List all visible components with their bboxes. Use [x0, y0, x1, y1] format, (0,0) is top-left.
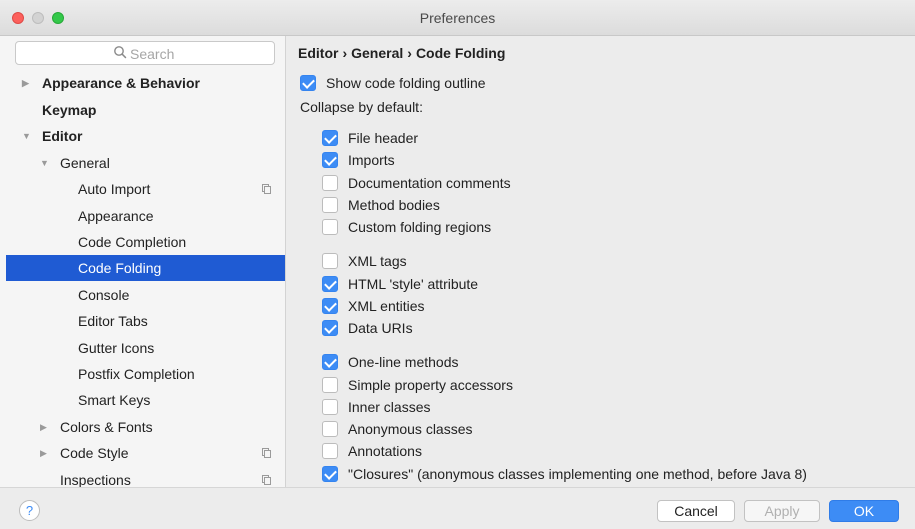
sidebar-item-code-folding[interactable]: Code Folding	[6, 255, 285, 281]
checkbox-box[interactable]	[322, 377, 338, 393]
checkbox-box[interactable]	[322, 399, 338, 415]
sidebar-item-editor[interactable]: ▼ Editor	[6, 123, 285, 149]
sidebar-item-auto-import[interactable]: Auto Import	[6, 176, 285, 202]
search-icon	[114, 46, 127, 59]
sidebar-item-label: Appearance & Behavior	[42, 75, 200, 91]
sidebar-item-editor-tabs[interactable]: Editor Tabs	[6, 308, 285, 334]
sidebar-item-label: Keymap	[42, 102, 97, 118]
checkbox-label: Anonymous classes	[348, 421, 473, 437]
sidebar-item-code-completion[interactable]: Code Completion	[6, 229, 285, 255]
sidebar-item-gutter-icons[interactable]: Gutter Icons	[6, 335, 285, 361]
checkbox-label: Inner classes	[348, 399, 431, 415]
sidebar-item-colors-fonts[interactable]: ▶ Colors & Fonts	[6, 414, 285, 440]
settings-sidebar: Search ▶ Appearance & Behavior Keymap ▼ Edit…	[0, 36, 286, 487]
sidebar-item-appearance[interactable]: Appearance	[6, 203, 285, 229]
checkbox-box[interactable]	[322, 175, 338, 191]
sidebar-item-label: Postfix Completion	[78, 366, 195, 382]
search-placeholder: Search	[130, 46, 175, 62]
search-input[interactable]: Search	[15, 41, 275, 65]
apply-button[interactable]: Apply	[744, 500, 820, 522]
sidebar-item-label: Colors & Fonts	[60, 419, 153, 435]
ok-button[interactable]: OK	[829, 500, 899, 522]
checkbox-label: Imports	[348, 152, 395, 168]
help-button[interactable]: ?	[19, 500, 40, 521]
sidebar-item-label: Code Style	[60, 445, 129, 461]
breadcrumb-separator: ›	[407, 45, 412, 61]
chevron-down-icon[interactable]: ▼	[40, 150, 49, 176]
sidebar-item-label: Code Completion	[78, 234, 187, 250]
checkbox-box[interactable]	[322, 253, 338, 269]
sidebar-item-keymap[interactable]: Keymap	[6, 97, 285, 123]
project-settings-icon	[262, 475, 271, 485]
title-bar: Preferences	[0, 0, 915, 36]
sidebar-item-appearance-behavior[interactable]: ▶ Appearance & Behavior	[6, 70, 285, 96]
sidebar-item-label: Console	[78, 287, 130, 303]
checkbox-label: Simple property accessors	[348, 377, 513, 393]
checkbox-box[interactable]	[300, 75, 316, 91]
checkbox-label: File header	[348, 130, 419, 146]
project-settings-icon	[262, 448, 271, 458]
checkbox-box[interactable]	[322, 421, 338, 437]
collapse-heading: Collapse by default:	[300, 99, 423, 115]
sidebar-item-label: Code Folding	[78, 260, 162, 276]
sidebar-item-label: Editor Tabs	[78, 313, 148, 329]
checkbox-box[interactable]	[322, 152, 338, 168]
checkbox-box[interactable]	[322, 219, 338, 235]
checkbox-label: Show code folding outline	[326, 75, 486, 91]
checkbox-label: Custom folding regions	[348, 219, 492, 235]
sidebar-item-label: Editor	[42, 128, 83, 144]
checkbox-box[interactable]	[322, 276, 338, 292]
chevron-down-icon[interactable]: ▼	[22, 123, 31, 149]
breadcrumb-item: Code Folding	[415, 45, 506, 61]
checkbox-label: HTML 'style' attribute	[348, 276, 479, 292]
code-folding-panel: Editor › General › Code Folding Show code fo…	[287, 36, 915, 487]
checkbox-label: Documentation comments	[348, 175, 511, 191]
checkbox-box[interactable]	[322, 320, 338, 336]
checkbox-box[interactable]	[322, 443, 338, 459]
checkbox-label: Annotations	[348, 443, 422, 459]
breadcrumb: Editor › General › Code Folding	[298, 45, 505, 61]
sidebar-item-label: Gutter Icons	[78, 340, 155, 356]
sidebar-item-general[interactable]: ▼ General	[6, 150, 285, 176]
sidebar-item-code-style[interactable]: ▶ Code Style	[6, 440, 285, 466]
breadcrumb-item: General	[351, 45, 404, 61]
cancel-button[interactable]: Cancel	[657, 500, 735, 522]
sidebar-item-label: Inspections	[60, 472, 131, 487]
dialog-footer: ? Cancel Apply OK	[0, 487, 915, 529]
checkbox-label: One-line methods	[348, 354, 459, 370]
sidebar-item-console[interactable]: Console	[6, 282, 285, 308]
checkbox-label: Method bodies	[348, 197, 440, 213]
checkbox-label: Data URIs	[348, 320, 413, 336]
chevron-right-icon[interactable]: ▶	[22, 70, 29, 96]
sidebar-item-label: Auto Import	[78, 181, 151, 197]
sidebar-item-label: Appearance	[78, 208, 154, 224]
checkbox-box[interactable]	[322, 466, 338, 482]
sidebar-item-postfix-completion[interactable]: Postfix Completion	[6, 361, 285, 387]
breadcrumb-item: Editor	[298, 45, 339, 61]
sidebar-item-label: Smart Keys	[78, 392, 151, 408]
checkbox-label: XML entities	[348, 298, 425, 314]
checkbox-box[interactable]	[322, 130, 338, 146]
checkbox-box[interactable]	[322, 298, 338, 314]
sidebar-item-smart-keys[interactable]: Smart Keys	[6, 387, 285, 413]
chevron-right-icon[interactable]: ▶	[40, 440, 47, 466]
preferences-window: Preferences Search ▶ Appearance & Behavio…	[0, 0, 915, 529]
chevron-right-icon[interactable]: ▶	[40, 414, 47, 440]
window-title: Preferences	[419, 10, 496, 26]
checkbox-box[interactable]	[322, 354, 338, 370]
sidebar-item-label: General	[60, 155, 110, 171]
checkbox-label: XML tags	[348, 253, 407, 269]
project-settings-icon	[262, 184, 271, 194]
sidebar-item-inspections[interactable]: Inspections	[6, 467, 285, 487]
checkbox-box[interactable]	[322, 197, 338, 213]
breadcrumb-separator: ›	[342, 45, 348, 61]
checkbox-label: "Closures" (anonymous classes implementi…	[348, 466, 807, 482]
